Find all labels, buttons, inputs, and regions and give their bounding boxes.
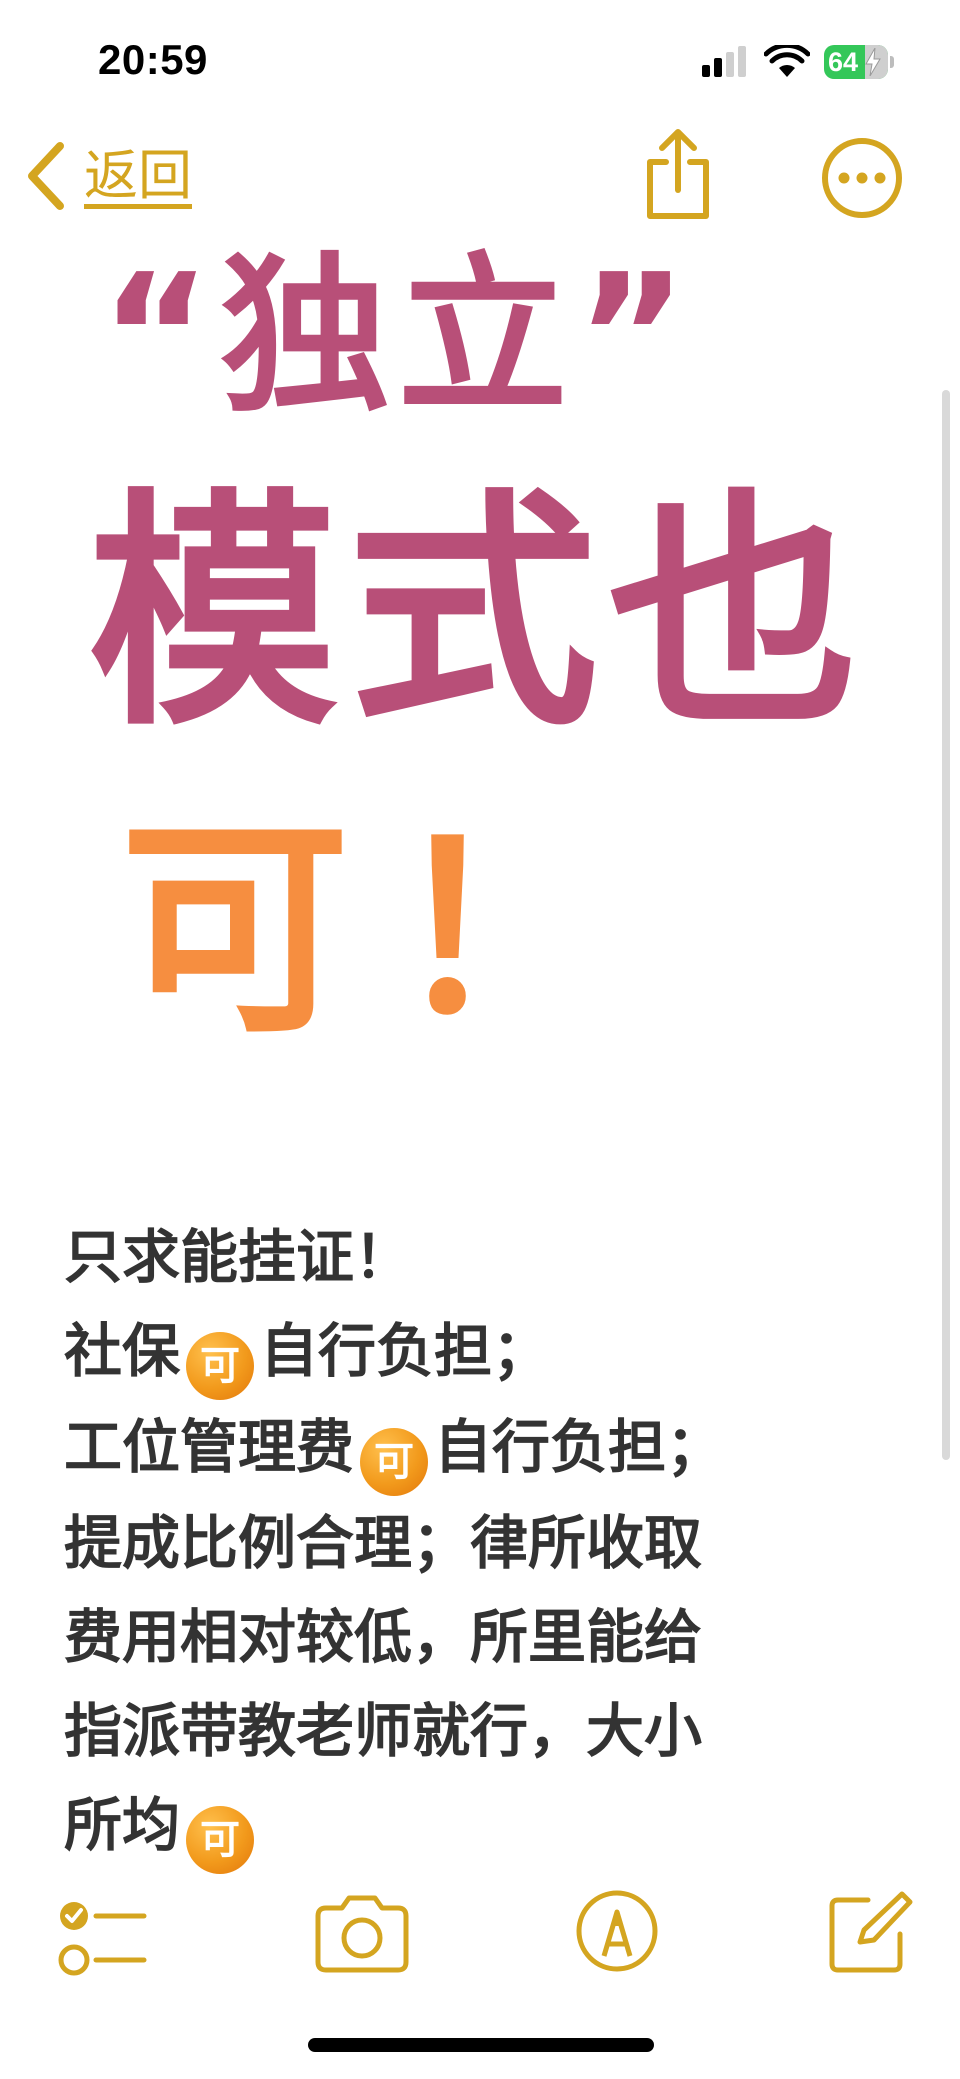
markup-pen-icon[interactable] bbox=[574, 1888, 660, 1974]
home-indicator[interactable] bbox=[308, 2038, 654, 2052]
camera-icon[interactable] bbox=[312, 1892, 412, 1974]
status-time: 20:59 bbox=[98, 36, 208, 83]
note-text-segment: 所均 bbox=[64, 1791, 181, 1859]
scrollbar[interactable] bbox=[942, 390, 950, 1460]
note-line-6: 指派带教老师就行，大小 bbox=[64, 1684, 924, 1778]
note-text-segment: 自行负担； bbox=[434, 1413, 725, 1481]
lightning-bolt-icon bbox=[865, 48, 881, 76]
compose-icon[interactable] bbox=[824, 1888, 914, 1976]
back-button[interactable]: 返回 bbox=[26, 140, 192, 212]
battery-indicator: 64 bbox=[824, 45, 888, 79]
ellipsis-circle-icon[interactable] bbox=[820, 136, 904, 220]
note-text-segment: 提成比例合理；律所收取 bbox=[64, 1509, 703, 1577]
ke-emoji-icon: 可 bbox=[360, 1428, 429, 1496]
share-icon[interactable] bbox=[638, 128, 718, 224]
wifi-icon bbox=[764, 45, 810, 77]
note-line-3: 工位管理费可自行负担； bbox=[64, 1400, 924, 1496]
cellular-signal-icon bbox=[702, 46, 746, 77]
note-text-segment: 费用相对较低，所里能给 bbox=[64, 1603, 703, 1671]
note-text-segment: 工位管理费 bbox=[64, 1413, 355, 1481]
back-button-label: 返回 bbox=[84, 144, 192, 207]
chevron-left-icon bbox=[28, 142, 64, 210]
handwriting-canvas: “独立” 模式也 可！ bbox=[88, 238, 868, 1065]
note-line-7: 所均可 bbox=[64, 1778, 924, 1874]
notes-screen: 20:59 64 返回 “独立” 模式也 可！ 只求能挂证！ 社保 可 自行负担… bbox=[0, 0, 960, 2079]
note-body[interactable]: 只求能挂证！ 社保可自行负担； 工位管理费可自行负担； 提成比例合理；律所收取 … bbox=[64, 1210, 924, 1874]
note-text-segment: 社保 bbox=[64, 1317, 181, 1385]
ke-emoji-icon: 可 bbox=[186, 1332, 255, 1400]
handwriting-line-3: 可！ bbox=[120, 798, 660, 1065]
note-text-segment: 只求能挂证！ bbox=[64, 1223, 413, 1291]
handwritten-drawing[interactable]: “独立” 模式也 可！ bbox=[0, 230, 960, 1110]
checklist-icon[interactable] bbox=[56, 1898, 148, 1978]
note-line-4: 提成比例合理；律所收取 bbox=[64, 1496, 924, 1590]
battery-percent: 64 bbox=[828, 47, 859, 77]
ke-emoji-icon: 可 bbox=[186, 1806, 255, 1874]
note-line-5: 费用相对较低，所里能给 bbox=[64, 1590, 924, 1684]
note-line-1: 只求能挂证！ bbox=[64, 1210, 924, 1304]
battery-tip bbox=[890, 56, 894, 68]
note-line-2: 社保可自行负担； bbox=[64, 1304, 924, 1400]
handwriting-line-2: 模式也 bbox=[88, 468, 868, 759]
handwriting-line-1: “独立” bbox=[100, 238, 695, 436]
note-text-segment: 自行负担； bbox=[260, 1317, 551, 1385]
status-icons: 64 bbox=[700, 42, 894, 82]
note-text-segment: 指派带教老师就行，大小 bbox=[64, 1697, 703, 1765]
